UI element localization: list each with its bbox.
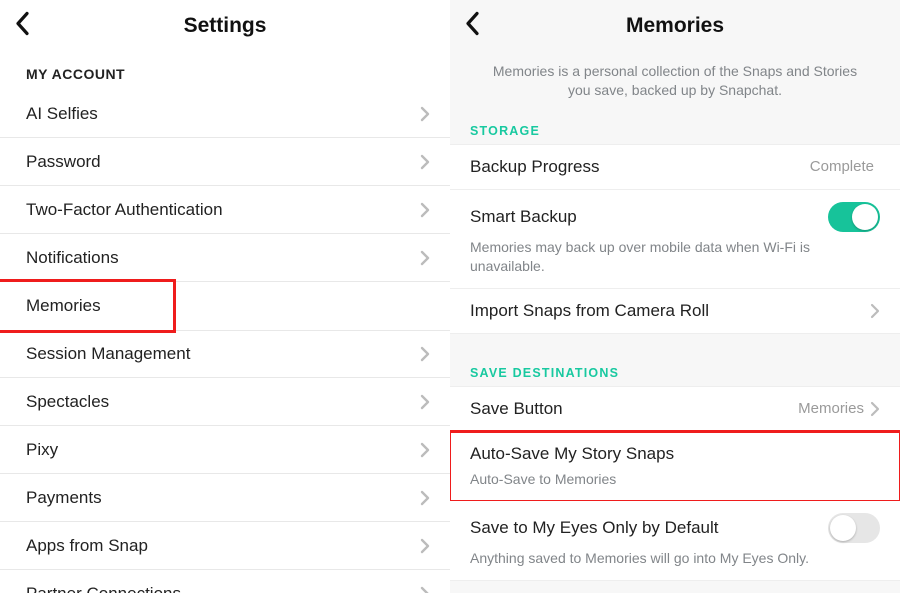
row-label: Spectacles xyxy=(26,392,420,412)
row-sublabel: Auto-Save to Memories xyxy=(470,470,880,489)
chevron-right-icon xyxy=(420,250,430,266)
row-value: Memories xyxy=(798,400,864,417)
row-sublabel: Memories may back up over mobile data wh… xyxy=(470,238,880,276)
chevron-right-icon xyxy=(420,442,430,458)
eyes-only-toggle[interactable] xyxy=(828,513,880,543)
chevron-right-icon xyxy=(420,346,430,362)
row-label: Payments xyxy=(26,488,420,508)
row-label: Auto-Save My Story Snaps xyxy=(470,444,880,464)
row-label: Partner Connections xyxy=(26,584,420,593)
row-session-management[interactable]: Session Management xyxy=(0,330,450,378)
group-storage: STORAGE xyxy=(450,118,900,144)
row-partner-connections[interactable]: Partner Connections xyxy=(0,570,450,593)
row-value: Complete xyxy=(810,158,874,175)
chevron-right-icon xyxy=(420,106,430,122)
row-spectacles[interactable]: Spectacles xyxy=(0,378,450,426)
section-my-account: MY ACCOUNT xyxy=(0,52,450,90)
row-payments[interactable]: Payments xyxy=(0,474,450,522)
chevron-right-icon xyxy=(420,538,430,554)
row-pixy[interactable]: Pixy xyxy=(0,426,450,474)
chevron-right-icon xyxy=(870,303,880,319)
memories-pane: Memories Memories is a personal collecti… xyxy=(450,0,900,593)
row-label: Backup Progress xyxy=(470,157,810,177)
row-label: Save to My Eyes Only by Default xyxy=(470,518,828,538)
row-label: Smart Backup xyxy=(470,207,828,227)
row-apps-from-snap[interactable]: Apps from Snap xyxy=(0,522,450,570)
row-label: Password xyxy=(26,152,420,172)
row-label: Two-Factor Authentication xyxy=(26,200,420,220)
row-label: Save Button xyxy=(470,399,798,419)
row-sublabel: Anything saved to Memories will go into … xyxy=(470,549,880,568)
row-label: Notifications xyxy=(26,248,420,268)
chevron-right-icon xyxy=(420,586,430,593)
row-label: Import Snaps from Camera Roll xyxy=(470,301,870,321)
row-password[interactable]: Password xyxy=(0,138,450,186)
row-backup-progress[interactable]: Backup Progress Complete xyxy=(450,144,900,190)
row-notifications[interactable]: Notifications xyxy=(0,234,450,282)
smart-backup-toggle[interactable] xyxy=(828,202,880,232)
row-label: Pixy xyxy=(26,440,420,460)
back-icon[interactable] xyxy=(14,11,32,42)
row-ai-selfies[interactable]: AI Selfies xyxy=(0,90,450,138)
settings-pane: Settings MY ACCOUNT AI Selfies Password … xyxy=(0,0,450,593)
row-auto-save-story[interactable]: Auto-Save My Story Snaps Auto-Save to Me… xyxy=(450,432,900,502)
row-save-button[interactable]: Save Button Memories xyxy=(450,386,900,432)
chevron-right-icon xyxy=(420,490,430,506)
row-label: Apps from Snap xyxy=(26,536,420,556)
settings-title: Settings xyxy=(184,14,267,38)
chevron-right-icon xyxy=(420,154,430,170)
chevron-right-icon xyxy=(870,401,880,417)
row-memories[interactable]: Memories xyxy=(0,282,173,330)
group-save-destinations: SAVE DESTINATIONS xyxy=(450,360,900,386)
row-label: Memories xyxy=(26,296,153,316)
row-smart-backup[interactable]: Smart Backup Memories may back up over m… xyxy=(450,190,900,289)
memories-title: Memories xyxy=(626,14,724,38)
row-import-snaps[interactable]: Import Snaps from Camera Roll xyxy=(450,289,900,334)
row-label: Session Management xyxy=(26,344,420,364)
chevron-right-icon xyxy=(420,394,430,410)
memories-description: Memories is a personal collection of the… xyxy=(450,52,900,118)
back-icon[interactable] xyxy=(464,11,482,42)
row-eyes-only-default[interactable]: Save to My Eyes Only by Default Anything… xyxy=(450,501,900,581)
memories-header: Memories xyxy=(450,0,900,52)
chevron-right-icon xyxy=(420,202,430,218)
row-two-factor[interactable]: Two-Factor Authentication xyxy=(0,186,450,234)
settings-header: Settings xyxy=(0,0,450,52)
row-label: AI Selfies xyxy=(26,104,420,124)
